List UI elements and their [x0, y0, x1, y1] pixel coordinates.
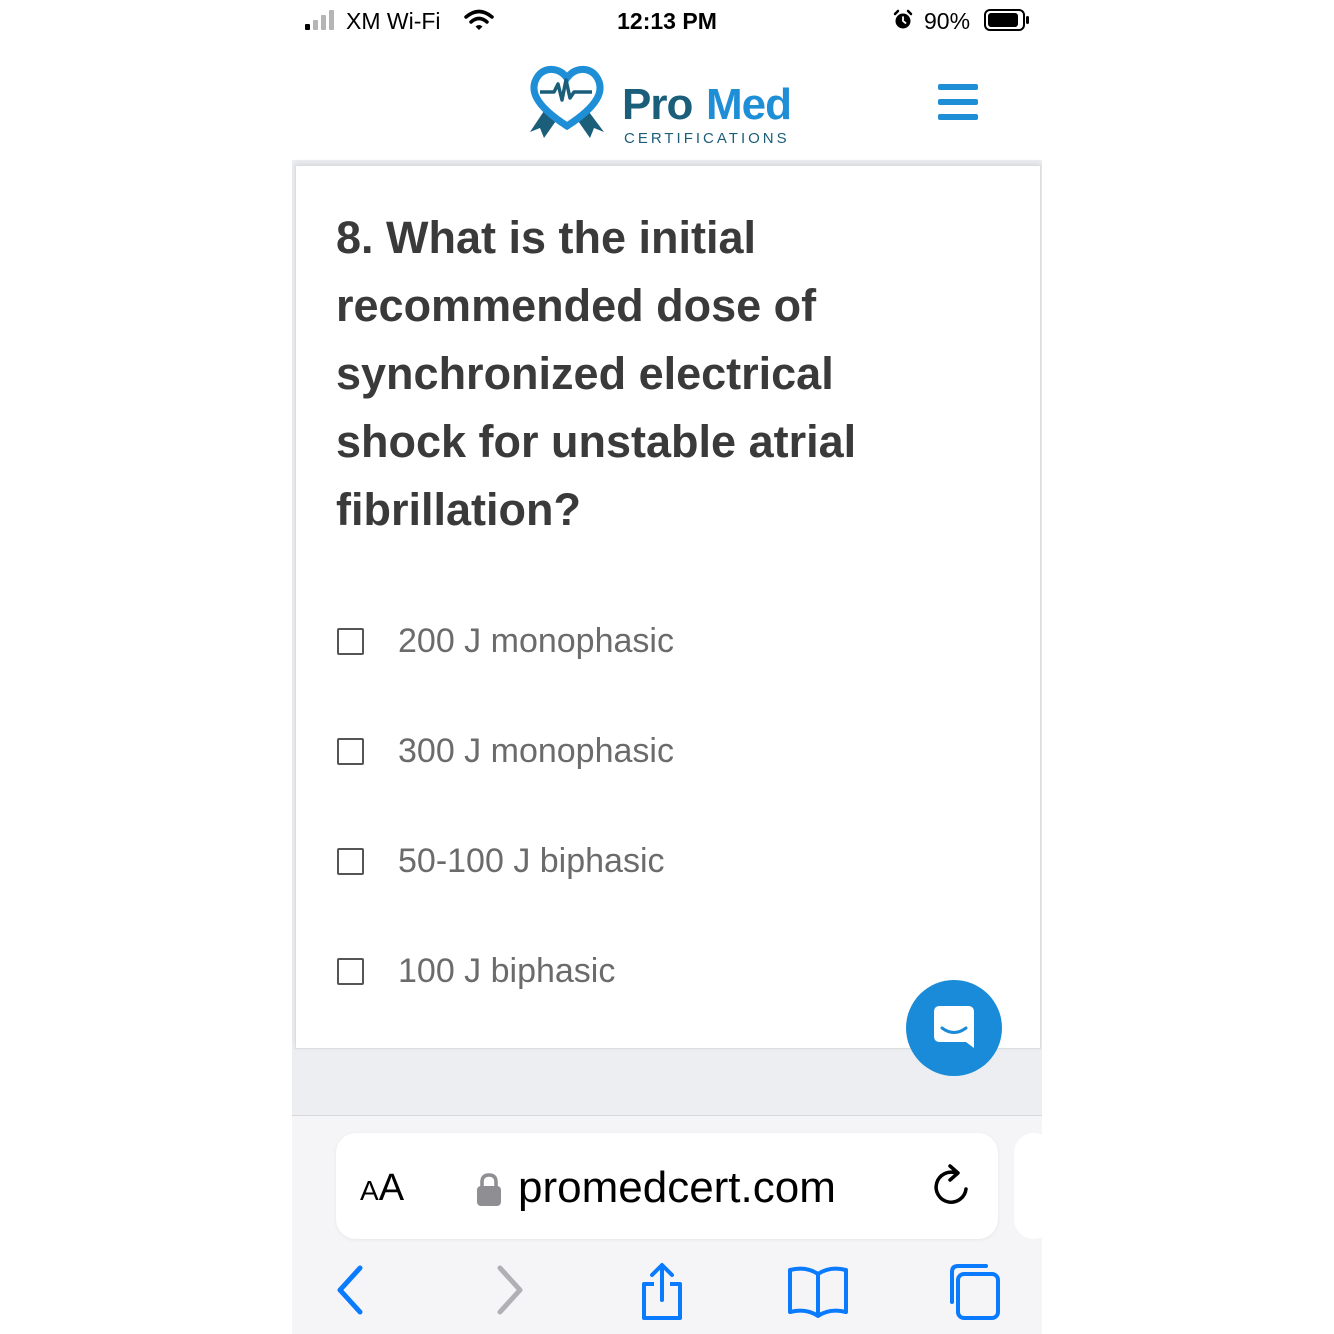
battery-percent: 90% [924, 8, 971, 34]
next-tab-preview[interactable] [1014, 1133, 1042, 1239]
forward-icon[interactable] [492, 1262, 528, 1318]
phone-screen: XM Wi-Fi 12:13 PM 90% Pro Med CERTIFICAT… [292, 0, 1042, 1334]
browser-bottom-bar: AA promedcert.com [292, 1115, 1042, 1334]
url-text[interactable]: promedcert.com [518, 1163, 836, 1213]
logo-text-pro: Pro [622, 80, 693, 129]
promed-logo[interactable]: Pro Med CERTIFICATIONS [526, 62, 816, 147]
question-text: 8. What is the initial recommended dose … [336, 212, 857, 535]
answer-checkbox[interactable] [337, 958, 364, 985]
chat-icon [934, 1006, 974, 1048]
alarm-icon [893, 9, 913, 29]
heart-ribbon-logo-icon [530, 66, 604, 138]
tabs-icon[interactable] [942, 1262, 1002, 1322]
answer-option[interactable]: 200 J monophasic [336, 618, 836, 668]
answer-option[interactable]: 300 J monophasic [336, 728, 836, 778]
status-bar: XM Wi-Fi 12:13 PM 90% [292, 0, 1042, 44]
answer-label: 50-100 J biphasic [398, 842, 665, 880]
answer-option[interactable]: 50-100 J biphasic [336, 838, 836, 888]
browser-toolbar [292, 1256, 1042, 1326]
address-bar[interactable]: AA promedcert.com [336, 1133, 998, 1239]
answer-label: 100 J biphasic [398, 952, 616, 990]
logo-subtitle: CERTIFICATIONS [624, 130, 790, 147]
battery-icon [984, 9, 1029, 31]
answer-option[interactable]: 100 J biphasic [336, 948, 836, 998]
hamburger-menu-icon[interactable] [938, 84, 982, 124]
share-icon[interactable] [636, 1262, 688, 1322]
logo-text-med: Med [706, 80, 792, 129]
bookmarks-icon[interactable] [786, 1262, 850, 1318]
answer-checkbox[interactable] [337, 628, 364, 655]
answer-label: 200 J monophasic [398, 622, 674, 660]
chat-launcher-button[interactable] [906, 980, 1002, 1076]
lock-icon [477, 1173, 501, 1206]
answer-label: 300 J monophasic [398, 732, 674, 770]
text-size-button[interactable]: AA [360, 1167, 404, 1210]
question-card: 8. What is the initial recommended dose … [295, 165, 1041, 1049]
reload-icon[interactable] [930, 1163, 974, 1209]
site-header: Pro Med CERTIFICATIONS [292, 44, 1042, 160]
answer-checkbox[interactable] [337, 738, 364, 765]
back-icon[interactable] [332, 1262, 368, 1318]
answer-checkbox[interactable] [337, 848, 364, 875]
